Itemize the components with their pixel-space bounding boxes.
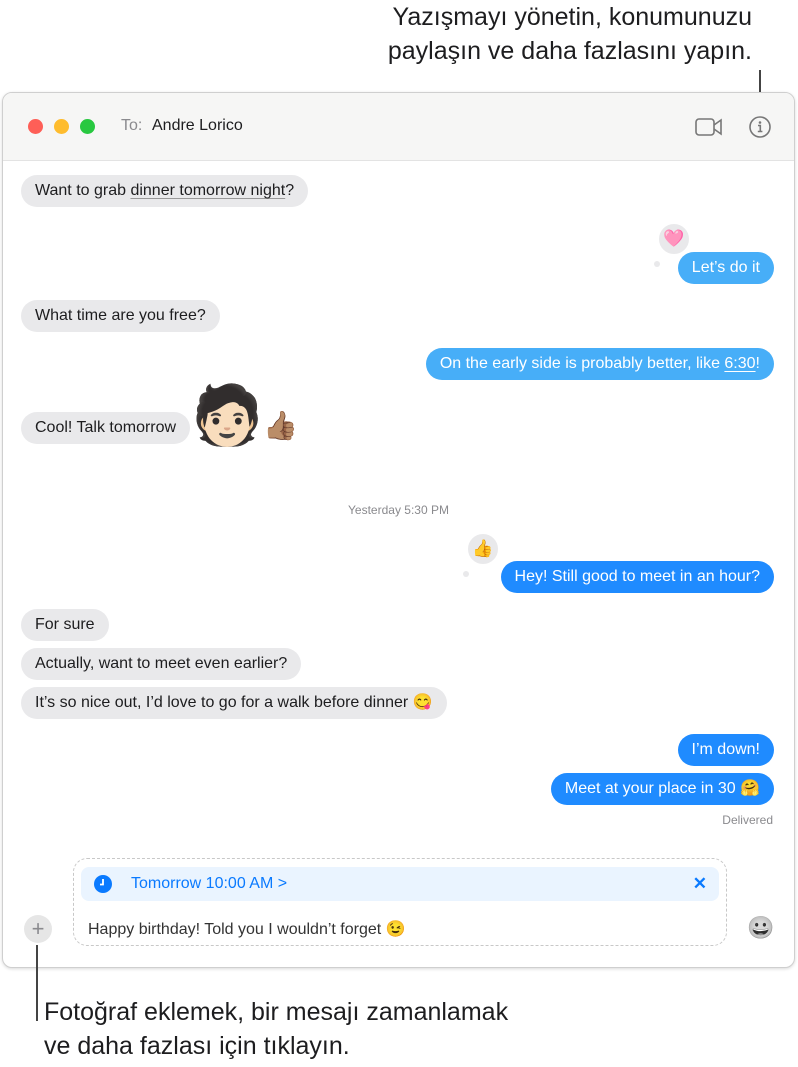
- sent-message[interactable]: I’m down!: [677, 734, 774, 766]
- sent-message[interactable]: Let’s do it: [677, 252, 774, 284]
- bottom-callout: Fotoğraf eklemek, bir mesajı zamanlamak …: [44, 995, 508, 1063]
- callout-text: Fotoğraf eklemek, bir mesajı zamanlamak: [44, 998, 509, 1026]
- heart-tapback: 🩷: [657, 222, 691, 256]
- recipient-field[interactable]: Andre Lorico: [152, 117, 243, 135]
- received-message[interactable]: It’s so nice out, I’d love to go for a w…: [21, 687, 447, 719]
- clock-icon: [94, 875, 112, 893]
- callout-text: paylaşın ve daha fazlasını yapın.: [387, 37, 752, 65]
- zoom-window-button[interactable]: [80, 119, 95, 134]
- messages-window: To: Andre Lorico Want to grab dinner tom…: [2, 92, 795, 968]
- delivery-status: Delivered: [722, 813, 773, 827]
- received-message[interactable]: Actually, want to meet even earlier?: [21, 648, 302, 680]
- info-icon[interactable]: [748, 115, 772, 139]
- compose-field[interactable]: Tomorrow 10:00 AM > ✕ Happy birthday! To…: [73, 858, 727, 946]
- close-icon[interactable]: ✕: [693, 874, 707, 894]
- to-label: To:: [121, 117, 143, 134]
- top-callout: Yazışmayı yönetin, konumunuzu paylaşın v…: [388, 0, 752, 68]
- received-message[interactable]: Want to grab dinner tomorrow night?: [21, 175, 309, 207]
- minimize-window-button[interactable]: [54, 119, 69, 134]
- title-bar: To: Andre Lorico: [3, 93, 794, 161]
- tapback-tail: [654, 261, 660, 267]
- schedule-time-button[interactable]: Tomorrow 10:00 AM >: [131, 875, 287, 893]
- callout-line: [36, 945, 38, 1021]
- scheduled-send-bar[interactable]: Tomorrow 10:00 AM > ✕: [81, 867, 719, 901]
- message-input[interactable]: Happy birthday! Told you I wouldn’t forg…: [88, 919, 406, 939]
- sent-message[interactable]: On the early side is probably better, li…: [425, 348, 774, 380]
- sent-message[interactable]: Hey! Still good to meet in an hour?: [500, 561, 774, 593]
- received-message[interactable]: For sure: [21, 609, 109, 641]
- timestamp: Yesterday 5:30 PM: [348, 503, 449, 517]
- data-detector-link[interactable]: dinner tomorrow night: [130, 182, 285, 199]
- received-message[interactable]: Cool! Talk tomorrow: [21, 412, 191, 444]
- emoji-picker-icon[interactable]: 😀: [747, 915, 774, 941]
- sent-message[interactable]: Meet at your place in 30 🤗: [550, 773, 774, 805]
- callout-text: ve daha fazlası için tıklayın.: [44, 1032, 350, 1060]
- memoji-sticker: 🧑🏻👍🏽: [191, 383, 299, 448]
- video-camera-icon[interactable]: [695, 117, 723, 137]
- close-window-button[interactable]: [28, 119, 43, 134]
- callout-text: Yazışmayı yönetin, konumunuzu: [392, 3, 752, 31]
- plus-icon[interactable]: +: [24, 915, 52, 943]
- time-link[interactable]: 6:30: [724, 355, 755, 372]
- tapback-tail: [463, 571, 469, 577]
- received-message[interactable]: What time are you free?: [21, 300, 220, 332]
- thumbs-up-tapback: 👍: [466, 532, 500, 566]
